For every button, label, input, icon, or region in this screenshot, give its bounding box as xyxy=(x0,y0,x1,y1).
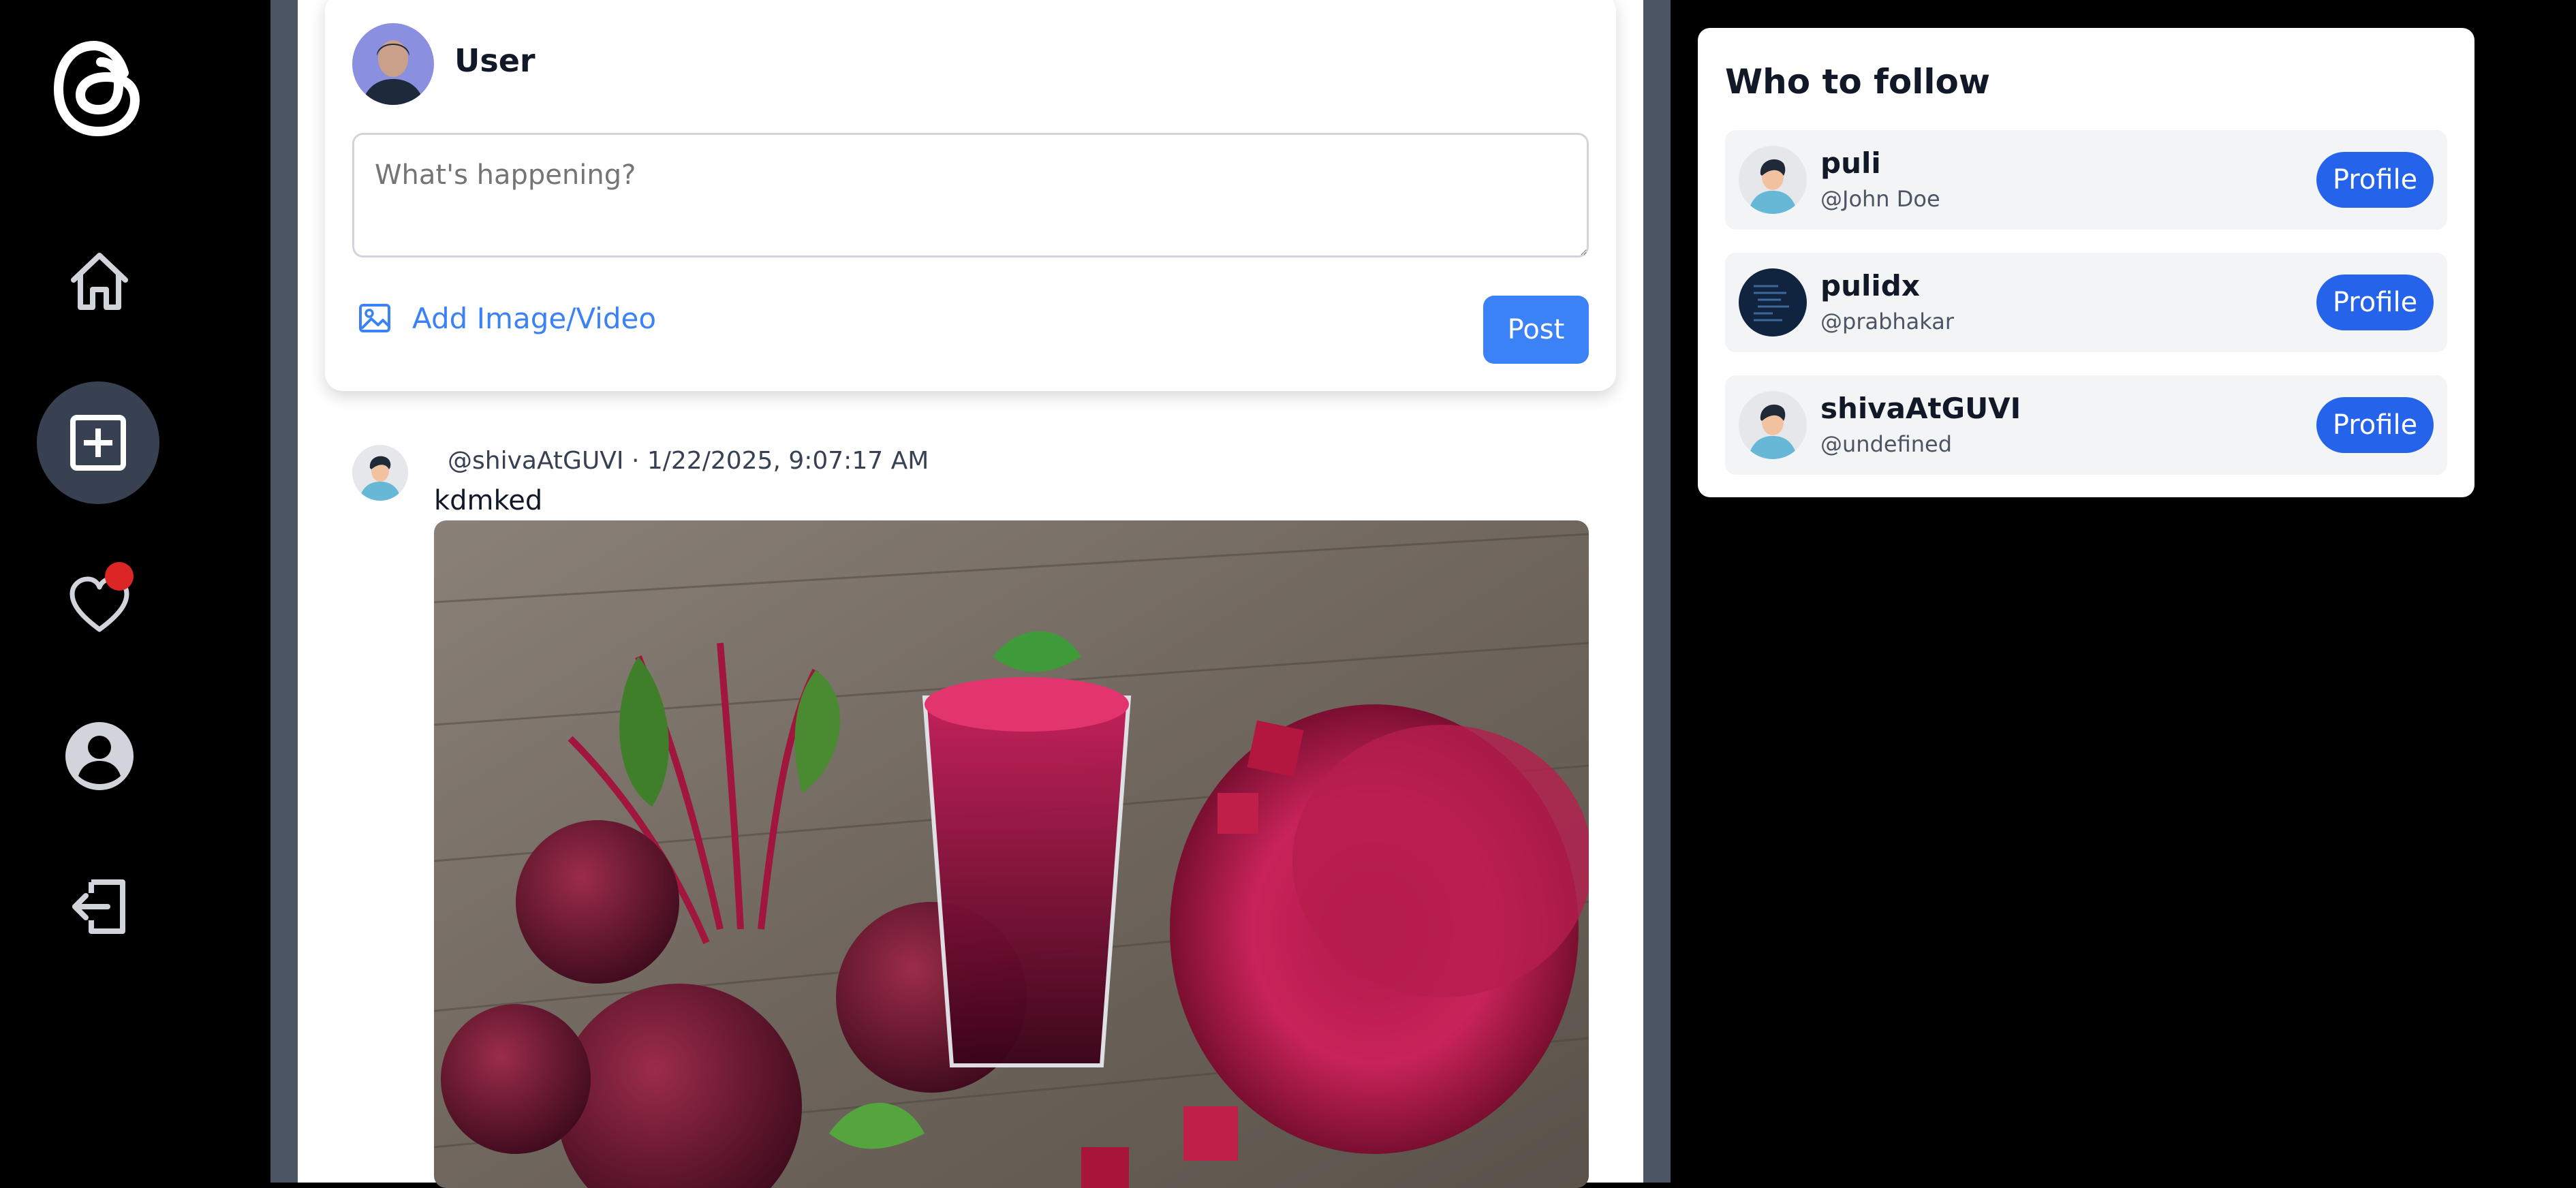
avatar[interactable] xyxy=(1739,146,1807,214)
follow-suggestion: shivaAtGUVI @undefined Profile xyxy=(1725,375,2447,475)
profile-icon[interactable] xyxy=(57,713,142,798)
follow-suggestion: pulidx @prabhakar Profile xyxy=(1725,253,2447,352)
post-meta: @shivaAtGUVI · 1/22/2025, 9:07:17 AM xyxy=(448,447,929,475)
post-button[interactable]: Post xyxy=(1483,296,1589,364)
avatar[interactable] xyxy=(1739,268,1807,337)
home-icon[interactable] xyxy=(57,238,142,324)
image-icon xyxy=(359,304,390,332)
follow-handle: @John Doe xyxy=(1820,186,1940,212)
post-text-input[interactable] xyxy=(352,133,1589,257)
follow-name: shivaAtGUVI xyxy=(1820,392,2021,425)
add-image-video-button[interactable]: Add Image/Video xyxy=(358,301,656,335)
notifications-heart-icon[interactable] xyxy=(57,562,142,647)
follow-handle: @prabhakar xyxy=(1820,309,1955,334)
composer-username: User xyxy=(454,42,536,79)
threads-logo-icon[interactable] xyxy=(49,37,148,140)
post-author-avatar[interactable] xyxy=(352,445,408,501)
sidebar-nav xyxy=(0,0,270,1183)
avatar[interactable] xyxy=(1739,391,1807,459)
post-composer: User Add Image/Video Post xyxy=(325,0,1616,391)
follow-suggestion: puli @John Doe Profile xyxy=(1725,130,2447,230)
post-image[interactable] xyxy=(434,520,1589,1188)
follow-handle: @undefined xyxy=(1820,431,1952,457)
follow-name: pulidx xyxy=(1820,269,1920,302)
user-avatar xyxy=(352,23,434,105)
logout-icon[interactable] xyxy=(57,864,142,949)
create-post-icon[interactable] xyxy=(37,381,159,504)
follow-name: puli xyxy=(1820,146,1881,180)
post-text: kdmked xyxy=(434,485,543,516)
profile-button[interactable]: Profile xyxy=(2316,275,2434,330)
notification-badge xyxy=(105,562,134,591)
who-to-follow-panel: Who to follow puli @John Doe Profile pul… xyxy=(1698,28,2474,497)
profile-button[interactable]: Profile xyxy=(2316,397,2434,453)
who-to-follow-title: Who to follow xyxy=(1725,62,1991,101)
add-media-label: Add Image/Video xyxy=(412,301,657,335)
profile-button[interactable]: Profile xyxy=(2316,152,2434,208)
